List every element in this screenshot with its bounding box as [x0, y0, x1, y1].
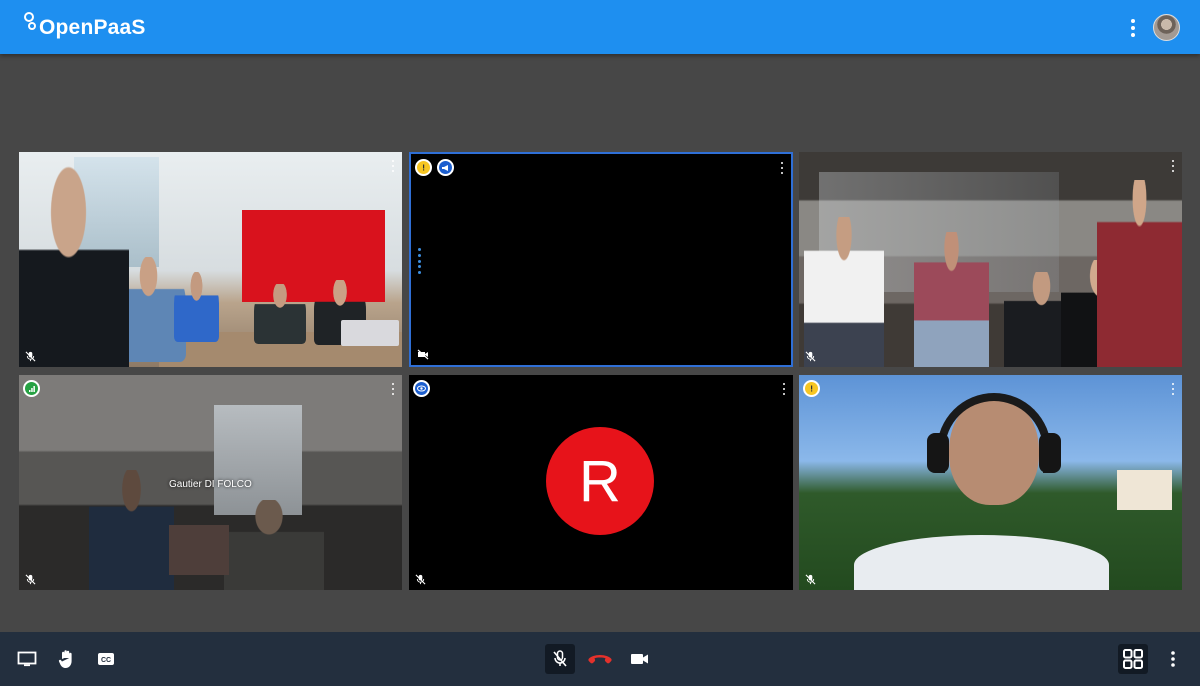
camera-icon — [631, 654, 648, 664]
megaphone-badge-icon — [437, 159, 454, 176]
tile-menu-icon[interactable] — [779, 162, 785, 174]
more-vert-icon — [1171, 651, 1175, 667]
closed-captions-icon: CC — [98, 653, 114, 665]
hang-up-button[interactable] — [585, 644, 615, 674]
toggle-mic-button[interactable] — [545, 644, 575, 674]
call-toolbar: CC — [0, 632, 1200, 686]
warning-badge-icon — [803, 380, 820, 397]
raise-hand-button[interactable] — [52, 644, 82, 674]
closed-captions-button[interactable]: CC — [91, 644, 121, 674]
presenter-badge-icon — [413, 380, 430, 397]
connection-badge-icon — [23, 380, 40, 397]
tile-menu-icon[interactable] — [781, 383, 787, 395]
more-options-button[interactable] — [1158, 644, 1188, 674]
camera-off-icon — [417, 349, 429, 360]
participant-tile[interactable] — [799, 152, 1182, 367]
user-avatar[interactable] — [1153, 14, 1180, 41]
mic-muted-icon — [25, 351, 36, 362]
toggle-camera-button[interactable] — [625, 644, 655, 674]
participant-name: Gautier DI FOLCO — [169, 479, 252, 490]
tile-menu-icon[interactable] — [1170, 160, 1176, 172]
tile-view-button[interactable] — [1118, 644, 1148, 674]
hang-up-icon — [588, 655, 612, 664]
more-vert-icon[interactable] — [1124, 16, 1142, 40]
tile-menu-icon[interactable] — [390, 383, 396, 395]
openpaas-logo[interactable]: OpenPaaS — [24, 12, 146, 40]
video-feed — [19, 152, 402, 367]
top-app-bar: OpenPaaS — [0, 0, 1200, 54]
speaking-indicator — [418, 248, 422, 274]
svg-text:CC: CC — [101, 657, 111, 664]
video-feed — [799, 152, 1182, 367]
mic-muted-icon — [805, 574, 816, 585]
screen-share-icon — [17, 651, 37, 667]
video-feed — [799, 375, 1182, 590]
participant-tile[interactable] — [799, 375, 1182, 590]
mic-muted-icon — [25, 574, 36, 585]
warning-badge-icon — [415, 159, 432, 176]
participant-tile[interactable]: R — [409, 375, 793, 590]
participant-tile[interactable]: Gautier DI FOLCO — [19, 375, 402, 590]
mic-muted-icon — [805, 351, 816, 362]
tile-view-icon — [1123, 649, 1143, 669]
mic-muted-icon — [415, 574, 426, 585]
raise-hand-icon — [58, 650, 72, 668]
logo-mark-icon — [24, 12, 38, 40]
participant-avatar: R — [546, 427, 654, 535]
screen-share-button[interactable] — [12, 644, 42, 674]
tile-menu-icon[interactable] — [390, 160, 396, 172]
logo-text: OpenPaaS — [39, 16, 146, 39]
participant-tile-active-speaker[interactable] — [409, 152, 793, 367]
participant-tile[interactable] — [19, 152, 402, 367]
mic-muted-icon — [553, 650, 567, 667]
tile-menu-icon[interactable] — [1170, 383, 1176, 395]
